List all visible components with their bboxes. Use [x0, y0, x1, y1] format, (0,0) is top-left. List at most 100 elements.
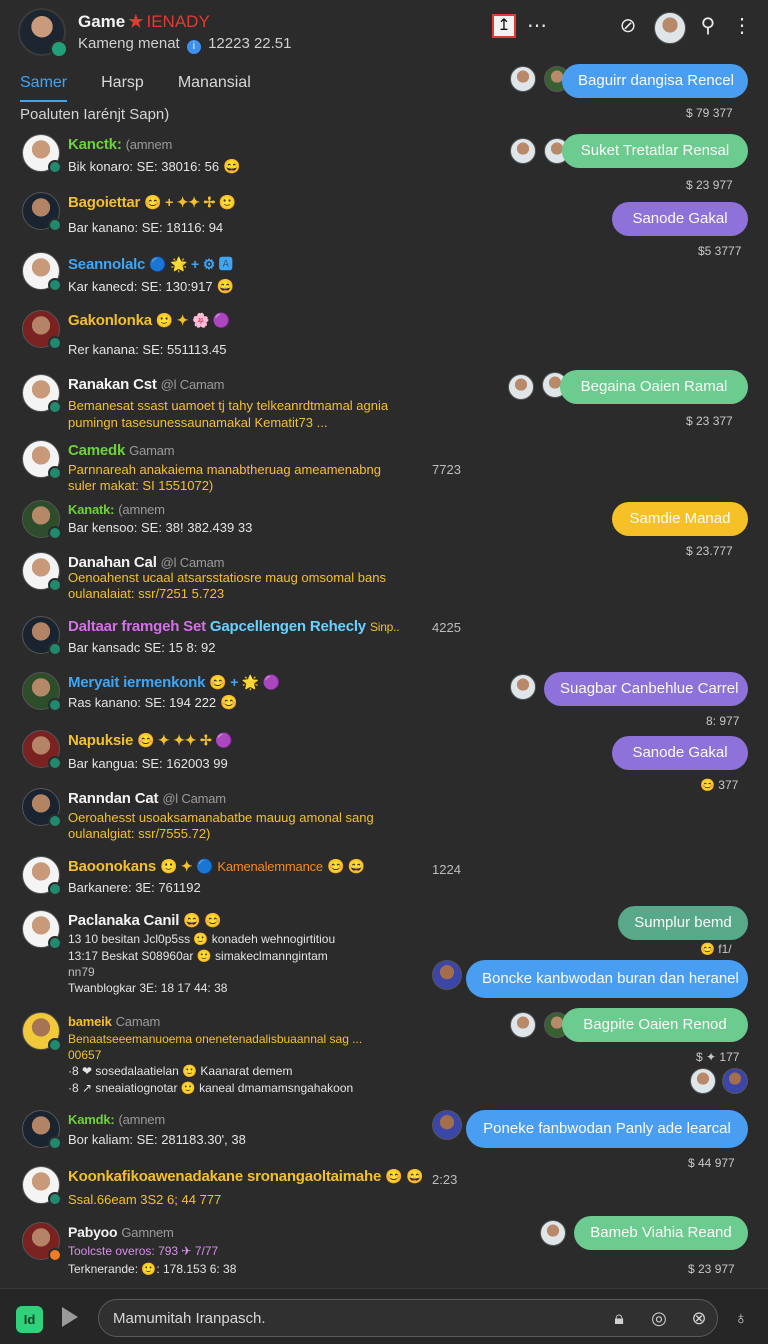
- row-text: Kar kanecd: SE: 130:917 😄: [68, 278, 234, 294]
- row-text: Ssal.66eam 3S2 6; 44 777: [68, 1192, 222, 1207]
- row-name: bameik Camam: [68, 1014, 161, 1029]
- avatar: [22, 552, 62, 592]
- row-time: 4225: [432, 620, 461, 635]
- message-bubble[interactable]: Samdie Manad: [612, 502, 748, 536]
- mic-off-icon[interactable]: ⊘: [616, 14, 640, 38]
- row-text: 13:17 Beskat S08960ar 🙂 simakeclmanngint…: [68, 949, 328, 963]
- chat-avatar[interactable]: [18, 8, 68, 58]
- avatar: [22, 1222, 62, 1262]
- row-name: Meryait iermenkonk 😊 + 🌟 🟣: [68, 674, 281, 691]
- lock-icon[interactable]: 🔒︎: [608, 1307, 630, 1329]
- row-name: Napuksie 😊 ✦ ✦✦ ✢ 🟣: [68, 732, 233, 749]
- chat-badge: IENADY: [146, 12, 210, 31]
- tool-icon[interactable]: ⚲: [696, 14, 720, 38]
- avatar: [22, 192, 62, 232]
- avatar: [22, 616, 62, 656]
- row-text: Bar kangua: SE: 162003 99: [68, 756, 228, 771]
- message-bubble[interactable]: Baguirr dangisa Rencel: [562, 64, 748, 98]
- row-name: Koonkafikoawenadakane sronangaoltaimahe 😊…: [68, 1168, 424, 1185]
- row-text: Barkanere: 3E: 761192: [68, 880, 201, 895]
- avatar: [22, 1110, 62, 1150]
- message-bubble[interactable]: Bameb Viahia Reand: [574, 1216, 748, 1250]
- message-bubble[interactable]: Sanode Gakal: [612, 736, 748, 770]
- row-text: suler makat: SI 1551072): [68, 478, 214, 493]
- row-text: Bar kensoo: SE: 38! 382.439 33: [68, 520, 253, 535]
- row-text: nn79: [68, 965, 95, 979]
- composer-bar: Id 🔒︎ ◎ ⊗ ♁: [0, 1288, 768, 1344]
- row-name: Kamdk: (amnem: [68, 1112, 165, 1127]
- avatar: [22, 1166, 62, 1206]
- message-bubble[interactable]: Suket Tretatlar Rensal: [562, 134, 748, 168]
- row-text: Parnnareah anakaiema manabtheruag ameame…: [68, 462, 381, 477]
- message-bubble[interactable]: Begaina Oaien Ramal: [560, 370, 748, 404]
- menu-icon[interactable]: ⋮: [732, 14, 752, 38]
- tab-samer[interactable]: Samer: [20, 72, 68, 102]
- id-badge-button[interactable]: Id: [16, 1306, 43, 1333]
- header-bar: Game ★ IENADY Kameng menat i 12223 22.51 ↥…: [0, 0, 768, 64]
- message-bubble[interactable]: Sumplur bemd: [618, 906, 748, 940]
- info-icon[interactable]: i: [186, 40, 201, 54]
- user-avatar[interactable]: [654, 12, 686, 44]
- row-text: 00657: [68, 1048, 102, 1062]
- row-name: Gakonlonka 🙂 ✦ 🌸 🟣: [68, 312, 231, 329]
- avatar: [510, 66, 536, 92]
- subtitle-text: Kameng menat: [78, 35, 180, 52]
- row-name: Paclanaka Canil 😄 😊: [68, 912, 222, 929]
- row-text: Terknerande: 🙂: 178.153 6: 38: [68, 1262, 237, 1276]
- row-text: Oeroahesst usoaksamanabatbe mauug amonal…: [68, 810, 374, 825]
- more-icon[interactable]: ⋯: [526, 14, 548, 38]
- avatar: [22, 440, 62, 480]
- avatar: [22, 134, 62, 174]
- play-icon[interactable]: [62, 1307, 78, 1327]
- tab-manansial[interactable]: Manansial: [178, 72, 251, 100]
- row-name: Ranndan Cat @l Camam: [68, 790, 226, 807]
- row-text: ·8 ↗ sneaiatiognotar 🙂 kaneal dmamamsnga…: [68, 1081, 354, 1095]
- camera-icon[interactable]: ◎: [648, 1307, 670, 1329]
- message-meta: 😊 f1/: [700, 942, 732, 956]
- row-text: Twanblogkar 3E: 18 17 44: 38: [68, 981, 228, 995]
- message-bubble[interactable]: Poneke fanbwodan Panly ade learcal: [466, 1110, 748, 1148]
- message-bubble[interactable]: Boncke kanbwodan buran dan heranel: [466, 960, 748, 998]
- row-name: Kanatk: (amnem: [68, 502, 165, 517]
- row-text: Bik konaro: SE: 38016: 56 😄: [68, 158, 241, 174]
- avatar: [508, 374, 534, 400]
- star-icon: ★: [128, 12, 144, 31]
- row-name: Ranakan Cst @l Camam: [68, 376, 225, 393]
- row-text: Toolcste overos: 793 ✈ 7/77: [68, 1244, 219, 1258]
- avatar: [540, 1220, 566, 1246]
- avatar: [22, 252, 62, 292]
- message-meta: $ 79 377: [686, 106, 733, 120]
- avatar: [22, 730, 62, 770]
- row-name: Daltaar framgeh Set Gapcellengen Rehecly…: [68, 618, 400, 635]
- avatar: [22, 500, 62, 540]
- avatar: [722, 1068, 748, 1094]
- avatar: [22, 910, 62, 950]
- message-bubble[interactable]: Sanode Gakal: [612, 202, 748, 236]
- lightbulb-icon[interactable]: ♁: [730, 1307, 752, 1329]
- message-meta: $ 44 977: [688, 1156, 735, 1170]
- row-text: ·8 ❤ sosedalaatielan 🙂 Kaanarat demem: [68, 1064, 293, 1078]
- message-meta: $5 3777: [698, 244, 742, 258]
- avatar: [22, 1012, 62, 1052]
- row-text: Ras kanano: SE: 194 222 😊: [68, 694, 238, 710]
- message-meta: $ 23.777: [686, 544, 733, 558]
- message-bubble[interactable]: Bagpite Oaien Renod: [562, 1008, 748, 1042]
- mute-icon[interactable]: ⊗: [688, 1307, 710, 1329]
- chat-subtitle: Kameng menat i 12223 22.51: [78, 35, 292, 54]
- row-name: Bagoiettar 😊 + ✦✦ ✢ 🙂: [68, 194, 236, 211]
- section-label: Poaluten Iarénjt Sapn): [20, 106, 170, 123]
- avatar: [22, 310, 62, 350]
- message-bubble[interactable]: Suagbar Canbehlue Carrel: [544, 672, 748, 706]
- row-text: Bemanesat ssast uamoet tj tahy telkeanrd…: [68, 398, 389, 413]
- row-text: pumingn tasesunessaunamakal Kematit73 ..…: [68, 415, 328, 430]
- row-time: 1224: [432, 862, 461, 877]
- avatar: [510, 138, 536, 164]
- row-time: 2:23: [432, 1172, 458, 1187]
- message-meta: 8: 977: [706, 714, 740, 728]
- avatar: [690, 1068, 716, 1094]
- row-name: Camedk Gamam: [68, 442, 175, 459]
- row-name: Baoonokans 🙂 ✦ 🔵 Kamenalemmance 😊 😄: [68, 858, 366, 875]
- message-meta: 😊 377: [700, 778, 739, 792]
- upload-icon[interactable]: ↥: [492, 14, 516, 38]
- tab-harsp[interactable]: Harsp: [101, 72, 144, 100]
